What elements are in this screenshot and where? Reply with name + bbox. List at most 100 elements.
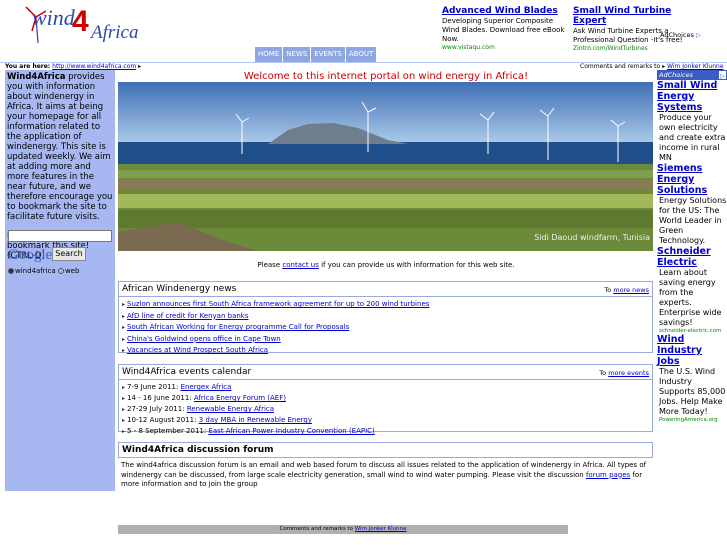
news-link[interactable]: South African Working for Energy program… (127, 323, 349, 331)
right-ad-2[interactable]: Siemens Energy Solutions Energy Solution… (657, 163, 727, 246)
right-ad-4-title[interactable]: Wind Industry Jobs (657, 334, 727, 367)
intro-body: provides you with information about wind… (7, 72, 113, 222)
right-ad-4-url[interactable]: PoweringAmerica.org (657, 417, 727, 423)
right-ad-1-desc: Produce your own electricity and create … (659, 113, 726, 162)
right-ad-3-desc: Learn about saving energy from the exper… (659, 268, 722, 327)
events-box: Wind4Africa events calendar To more even… (118, 364, 653, 435)
contact-line: Please contact us if you can provide us … (118, 261, 654, 269)
right-ad-column: ▷ AdChoices Small Wind Energy Systems Pro… (657, 70, 727, 423)
breadcrumb-link[interactable]: http://www.wind4africa.com (52, 63, 136, 70)
event-date: 7-9 June 2011: (127, 383, 179, 391)
top-ad-2-title[interactable]: Small Wind Turbine Expert (573, 6, 698, 26)
news-title: African Windenergy news (122, 284, 237, 294)
list-item: ▸ 27-29 July 2011: Renewable Energy Afric… (122, 404, 649, 415)
event-link[interactable]: Africa Energy Forum (AEF) (194, 394, 286, 402)
contact-us-link[interactable]: contact us (282, 261, 319, 269)
bullet-arrow-icon: ▸ (122, 428, 126, 435)
right-ad-2-title[interactable]: Siemens Energy Solutions (657, 163, 727, 196)
top-ad-1-url[interactable]: www.vistaqu.com (442, 44, 567, 51)
search-button[interactable]: Search (52, 247, 86, 261)
more-events-link[interactable]: more events (608, 369, 649, 377)
menu-item-news[interactable]: NEWS (282, 47, 310, 62)
right-ad-4[interactable]: Wind Industry Jobs The U.S. Wind Industr… (657, 334, 727, 423)
top-ad-2-url[interactable]: Zintro.com/WindTurbines (573, 45, 698, 52)
top-ad-1[interactable]: Advanced Wind Blades Developing Superior… (442, 6, 567, 51)
top-ad-1-title[interactable]: Advanced Wind Blades (442, 6, 567, 16)
news-link[interactable]: Suzlon announces first South Africa fram… (127, 300, 429, 308)
adchoices-bar[interactable]: ▷ AdChoices (657, 70, 727, 80)
search-input[interactable] (8, 230, 112, 242)
adchoices-bar-label[interactable]: AdChoices (659, 71, 693, 79)
bullet-arrow-icon: ▸ (122, 324, 126, 331)
event-link[interactable]: East African Power Industry Convention (… (208, 427, 374, 435)
events-title: Wind4Africa events calendar (122, 367, 252, 377)
right-ad-3-title[interactable]: Schneider Electric (657, 246, 727, 268)
radio-web-label: web (64, 267, 80, 275)
right-ad-1[interactable]: Small Wind Energy Systems Produce your o… (657, 80, 727, 163)
event-link[interactable]: 3 day MBA in Renewable Energy (199, 416, 312, 424)
contact-before: Please (257, 261, 283, 269)
adchoices-label[interactable]: AdChoices (660, 31, 694, 39)
event-date: 14 - 16 June 2011: (127, 394, 192, 402)
list-item: ▸ 10-12 August 2011: 3 day MBA in Renewab… (122, 415, 649, 426)
intro-brand: Wind4Africa (7, 72, 66, 82)
welcome-heading: Welcome to this internet portal on wind … (243, 71, 529, 82)
adchoices-close-icon[interactable]: ▷ (718, 70, 727, 80)
logo-wind-text: wind (32, 5, 75, 30)
photo-caption: Sidi Daoud windfarm, Tunisia (534, 233, 650, 242)
bullet-arrow-icon: ▸ (122, 417, 126, 424)
logo-four-text: 4 (72, 5, 89, 38)
list-item: ▸ Vacancies at Wind Prospect South Africa (122, 345, 649, 357)
radio-wind4africa[interactable] (8, 268, 14, 274)
windfarm-photo (118, 82, 653, 251)
more-events-prefix: To (599, 369, 609, 377)
list-item: ▸ 5 - 8 September 2011: East African Powe… (122, 426, 649, 437)
more-news: To more news (604, 283, 649, 298)
more-news-link[interactable]: more news (613, 286, 649, 294)
search-scope: wind4africa web (8, 267, 79, 275)
remarks-top-link[interactable]: Wim Jonker Klunne (667, 63, 724, 70)
events-list: ▸ 7-9 June 2011: Energex Africa ▸ 14 - 16 … (119, 380, 652, 439)
site-logo[interactable]: wind 4 Africa (24, 3, 139, 43)
forum-title: Wind4Africa discussion forum (122, 445, 274, 455)
bullet-arrow-icon: ▸ (122, 301, 126, 308)
breadcrumb: You are here: http://www.wind4africa.com… (5, 63, 141, 70)
right-ad-1-title[interactable]: Small Wind Energy Systems (657, 80, 727, 113)
forum-pages-link[interactable]: forum pages (586, 471, 630, 479)
event-date: 10-12 August 2011: (127, 416, 197, 424)
bullet-arrow-icon: ▸ (122, 384, 126, 391)
footer: Comments and remarks to Wim Jonker Klunn… (118, 525, 568, 534)
top-ad-1-desc: Developing Superior Composite Wind Blade… (442, 17, 565, 43)
radio-web[interactable] (57, 268, 64, 274)
menu-item-events[interactable]: EVENTS (310, 47, 345, 62)
news-box: African Windenergy news To more news ▸ Su… (118, 281, 653, 354)
right-ad-3[interactable]: Schneider Electric Learn about saving en… (657, 246, 727, 334)
news-link[interactable]: AfD line of credit for Kenyan banks (127, 312, 249, 320)
bullet-arrow-icon: ▸ (122, 312, 126, 320)
news-link[interactable]: Vacancies at Wind Prospect South Africa (127, 346, 268, 354)
news-header: African Windenergy news To more news (119, 282, 652, 297)
google-logo: Google (8, 247, 52, 264)
list-item: ▸ 14 - 16 June 2011: Africa Energy Forum … (122, 393, 649, 404)
event-link[interactable]: Renewable Energy Africa (187, 405, 274, 413)
right-ad-2-desc: Energy Solutions for the US: The World L… (659, 196, 727, 245)
remarks-top-text: Comments and remarks to (580, 63, 661, 70)
forum-text: The wind4africa discussion forum is an e… (118, 461, 653, 490)
event-date: 5 - 8 September 2011: (127, 427, 207, 435)
more-news-prefix: To (604, 286, 614, 294)
adchoices-icon: ▷ (695, 31, 701, 39)
forum-box: Wind4Africa discussion forum (118, 442, 653, 458)
adchoices-top-link[interactable]: AdChoices ▷ (660, 31, 701, 39)
footer-text: Comments and remarks to (279, 526, 353, 532)
news-link[interactable]: China's Goldwind opens office in Cape To… (127, 335, 281, 343)
event-link[interactable]: Energex Africa (181, 383, 232, 391)
menu-item-home[interactable]: HOME (254, 47, 282, 62)
footer-link[interactable]: Wim Jonker Klunne (355, 526, 407, 532)
remarks-top: Comments and remarks to ▸ Wim Jonker Klu… (580, 63, 724, 70)
list-item: ▸ AfD line of credit for Kenyan banks (122, 311, 649, 323)
menu-item-about[interactable]: ABOUT (344, 47, 376, 62)
logo-africa-text: Africa (91, 22, 139, 43)
top-ad-2[interactable]: Small Wind Turbine Expert Ask Wind Turbi… (573, 6, 698, 52)
bullet-arrow-icon: ▸ (122, 335, 126, 343)
more-events: To more events (599, 366, 649, 381)
